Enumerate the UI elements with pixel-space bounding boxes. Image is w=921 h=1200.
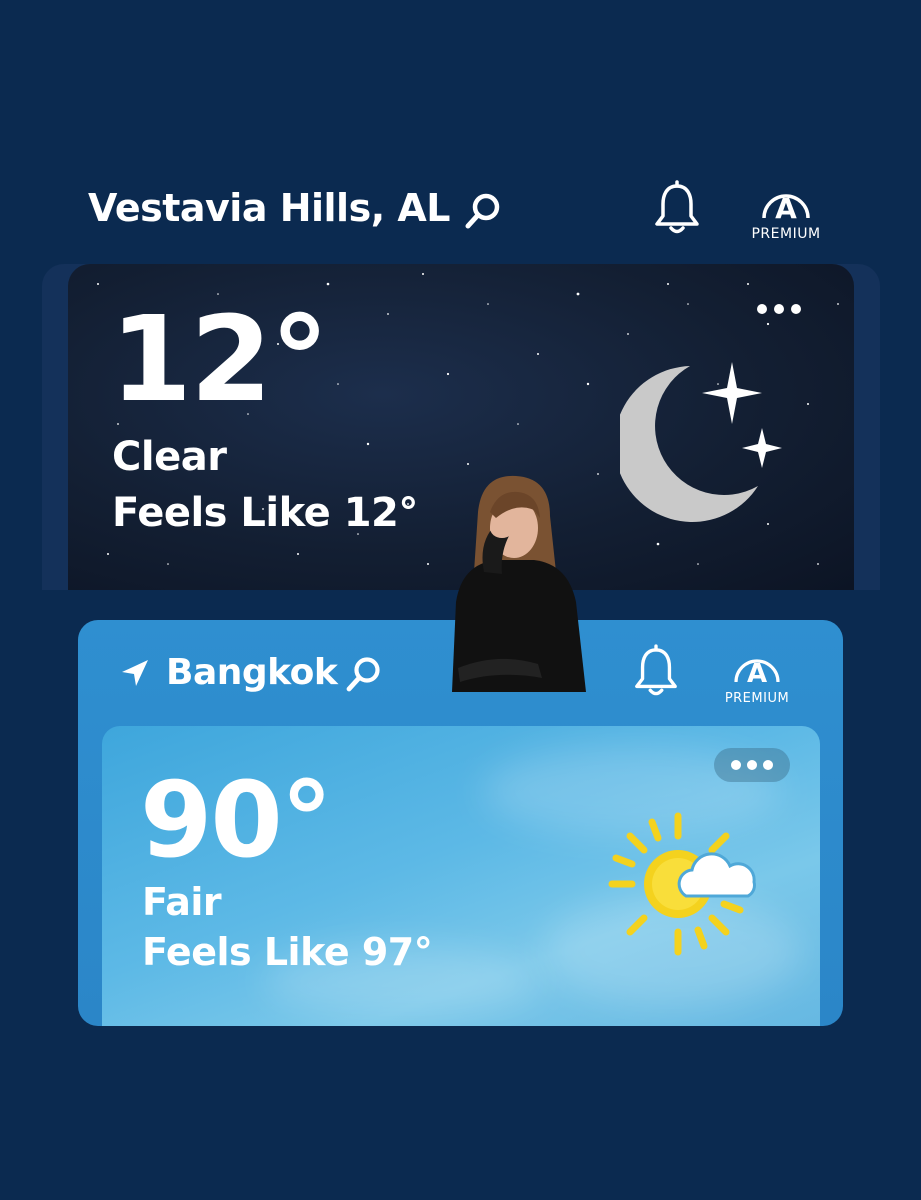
secondary-condition: Fair [142,880,222,924]
primary-location-header: Vestavia Hills, AL A PREMIUM [0,168,921,258]
more-dots-icon[interactable] [748,294,810,324]
bell-icon[interactable] [652,180,702,238]
premium-a-icon: A [762,192,810,224]
location-arrow-icon [122,660,148,686]
premium-label: PREMIUM [751,226,821,242]
primary-condition: Clear [112,434,227,480]
primary-location-name[interactable]: Vestavia Hills, AL [88,186,450,230]
moon-stars-icon [620,362,782,522]
premium-label: PREMIUM [724,691,790,706]
premium-letter: A [775,192,797,224]
more-dots-icon[interactable] [714,748,790,782]
bell-icon[interactable] [632,644,680,700]
sun-cloud-icon [608,812,756,956]
primary-temperature: 12° [110,290,329,428]
primary-feels-like: Feels Like 12° [112,490,418,536]
person-facepalm-image [452,475,586,692]
premium-badge[interactable]: A PREMIUM [714,646,800,706]
premium-a-icon: A [734,659,780,688]
search-icon[interactable] [344,654,384,694]
premium-letter: A [747,659,767,688]
secondary-location-name[interactable]: Bangkok [166,652,338,693]
secondary-temperature: 90° [140,759,333,881]
premium-badge[interactable]: A PREMIUM [740,180,832,242]
search-icon[interactable] [462,190,504,232]
secondary-feels-like: Feels Like 97° [142,930,433,974]
